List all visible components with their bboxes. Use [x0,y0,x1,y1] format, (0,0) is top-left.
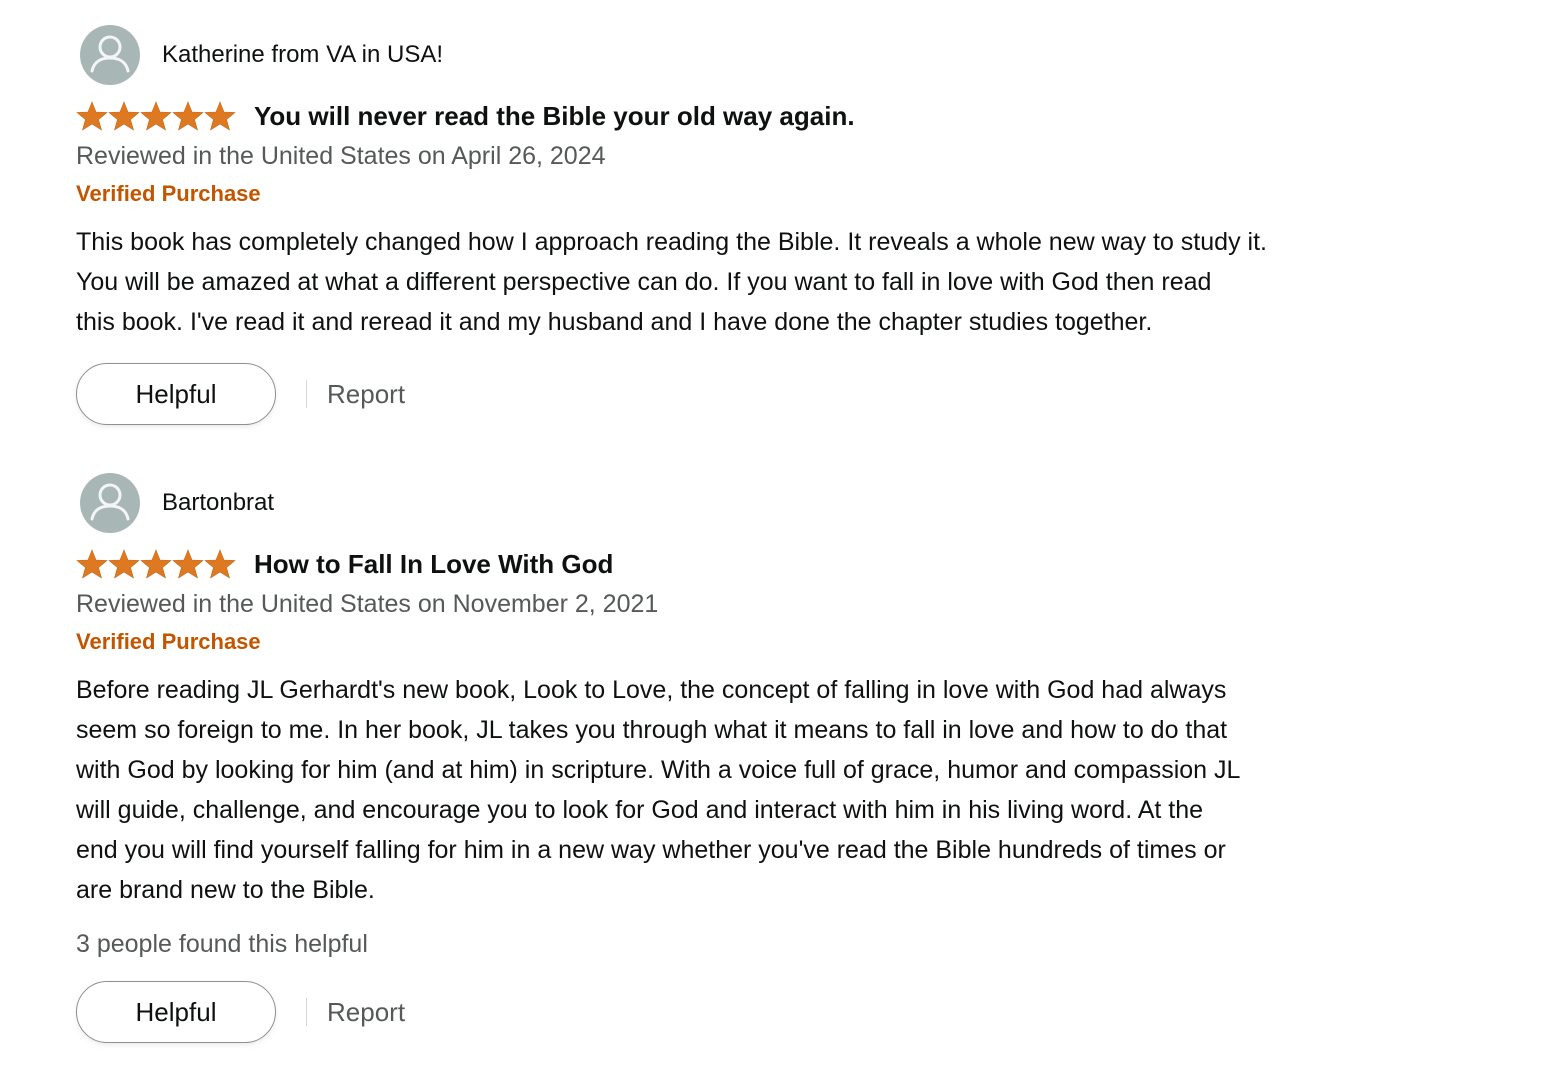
user-silhouette-icon [90,483,130,521]
review-body: Before reading JL Gerhardt's new book, L… [76,670,1456,910]
review-body-line: this book. I've read it and reread it an… [76,308,1153,336]
report-link[interactable]: Report [327,379,405,410]
user-silhouette-icon [90,35,130,73]
review-card: Katherine from VA in USA! You will never… [76,24,1456,426]
review-body-line: seem so foreign to me. In her book, JL t… [76,716,1228,744]
star-rating[interactable] [76,548,236,580]
review-title[interactable]: How to Fall In Love With God [254,549,613,580]
report-link[interactable]: Report [327,997,405,1028]
helpful-button[interactable]: Helpful [76,981,276,1043]
review-body-line: are brand new to the Bible. [76,876,375,904]
review-body-line: end you will find yourself falling for h… [76,836,1226,864]
review-title[interactable]: You will never read the Bible your old w… [254,101,855,132]
review-actions: Helpful Report [76,980,1456,1044]
review-body: This book has completely changed how I a… [76,222,1456,342]
star-rating[interactable] [76,100,236,132]
review-title-row: How to Fall In Love With God [76,546,1456,582]
helpful-count: 3 people found this helpful [76,930,368,958]
reviewer-profile[interactable]: Bartonbrat [76,472,1456,534]
review-body-line: You will be amazed at what a different p… [76,268,1212,296]
review-body-line: will guide, challenge, and encourage you… [76,796,1204,824]
reviewer-profile[interactable]: Katherine from VA in USA! [76,24,1456,86]
helpful-button[interactable]: Helpful [76,363,276,425]
action-divider [306,380,307,408]
reviews-page: Katherine from VA in USA! You will never… [0,0,1562,1082]
review-card: Bartonbrat How to Fall In Love With God … [76,472,1456,1044]
avatar [80,473,140,533]
action-divider [306,998,307,1026]
avatar [80,25,140,85]
review-date: Reviewed in the United States on Novembe… [76,590,659,618]
five-star-icon [76,101,236,131]
review-title-row: You will never read the Bible your old w… [76,98,1456,134]
review-actions: Helpful Report [76,362,1456,426]
review-date: Reviewed in the United States on April 2… [76,142,606,170]
verified-purchase-badge: Verified Purchase [76,629,261,654]
reviewer-name: Bartonbrat [162,489,275,516]
review-body-line: This book has completely changed how I a… [76,228,1267,256]
review-body-line: with God by looking for him (and at him)… [76,756,1241,784]
review-body-line: Before reading JL Gerhardt's new book, L… [76,676,1227,704]
five-star-icon [76,549,236,579]
reviewer-name: Katherine from VA in USA! [162,41,444,68]
verified-purchase-badge: Verified Purchase [76,181,261,206]
